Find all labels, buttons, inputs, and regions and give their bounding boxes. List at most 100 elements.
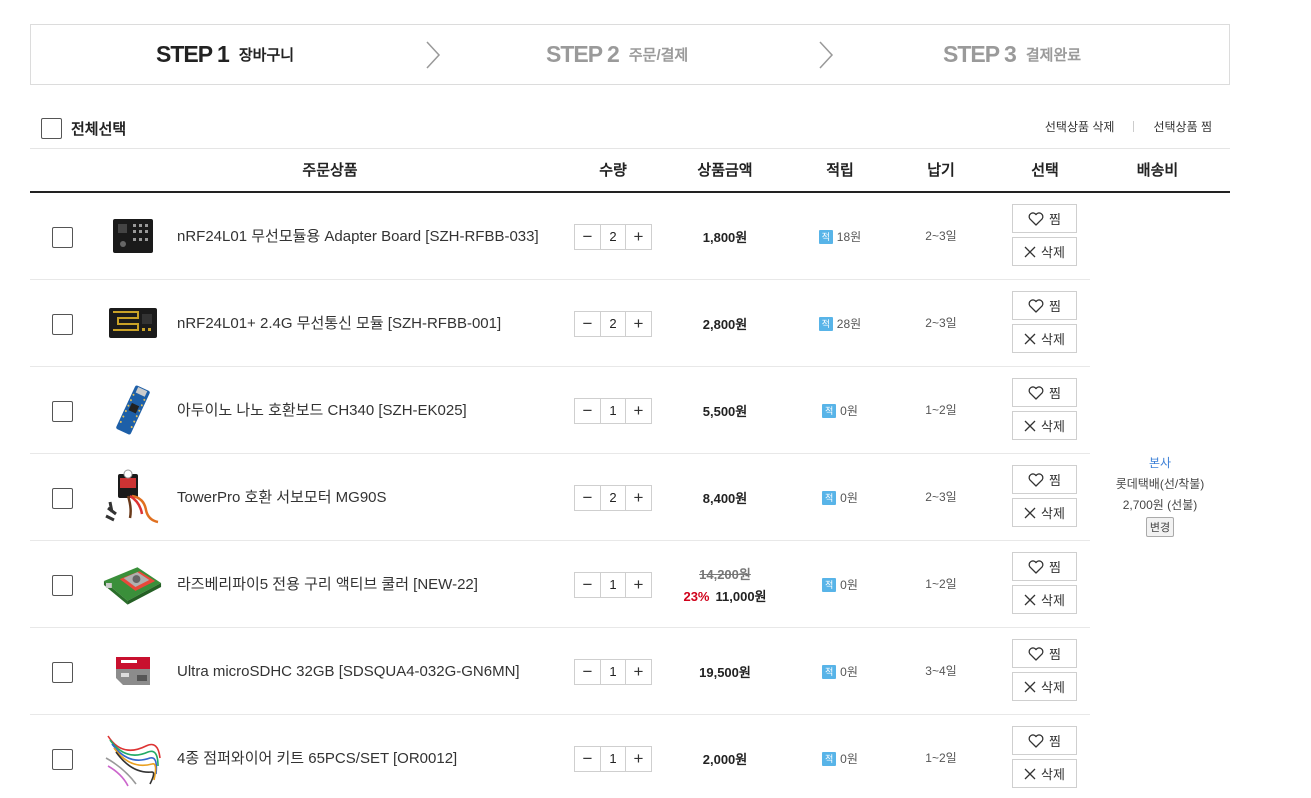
step-label: 주문/결제 [628,47,689,64]
change-shipping-button[interactable]: 변경 [1145,517,1175,537]
product-price: 14,200원 23% 11,000원 [670,541,780,628]
product-name[interactable]: 아두이노 나노 호환보드 CH340 [SZH-EK025] [177,367,467,454]
qty-increase-button[interactable]: + [626,486,651,510]
row-checkbox[interactable] [52,314,73,335]
product-thumbnail[interactable] [100,211,165,261]
points: 적 0원 [790,628,890,715]
points: 적 0원 [790,541,890,628]
heart-icon [1028,472,1044,487]
row-checkbox[interactable] [52,575,73,596]
qty-decrease-button[interactable]: − [575,312,600,336]
product-thumbnail[interactable] [100,733,165,787]
wish-button[interactable]: 찜 [1012,726,1077,755]
step-label: 결제완료 [1025,47,1082,64]
qty-decrease-button[interactable]: − [575,660,600,684]
wish-button[interactable]: 찜 [1012,639,1077,668]
qty-increase-button[interactable]: + [626,312,651,336]
points-icon: 적 [822,751,837,766]
column-lead: 납기 [927,162,955,179]
wish-button[interactable]: 찜 [1012,465,1077,494]
price-value: 8,400원 [702,491,748,506]
qty-increase-button[interactable]: + [626,660,651,684]
qty-decrease-button[interactable]: − [575,399,600,423]
product-price: 19,500원 [670,628,780,715]
row-checkbox[interactable] [52,401,73,422]
wish-selected-link[interactable]: 선택상품 찜 [1153,118,1212,135]
row-checkbox[interactable] [52,662,73,683]
qty-value[interactable]: 1 [600,660,626,684]
row-checkbox[interactable] [52,227,73,248]
points-value: 0원 [840,578,858,592]
heart-icon [1028,733,1044,748]
product-thumbnail[interactable] [100,559,165,609]
delete-button[interactable]: 삭제 [1012,759,1077,788]
delete-button[interactable]: 삭제 [1012,324,1077,353]
delete-button[interactable]: 삭제 [1012,585,1077,614]
product-name[interactable]: Ultra microSDHC 32GB [SDSQUA4-032G-GN6MN… [177,628,520,715]
wish-label: 찜 [1049,386,1061,401]
delete-button[interactable]: 삭제 [1012,498,1077,527]
product-thumbnail[interactable] [100,298,165,348]
wish-button[interactable]: 찜 [1012,291,1077,320]
delete-selected-link[interactable]: 선택상품 삭제 [1045,118,1115,135]
row-checkbox[interactable] [52,488,73,509]
qty-decrease-button[interactable]: − [575,225,600,249]
delete-button[interactable]: 삭제 [1012,237,1077,266]
qty-increase-button[interactable]: + [626,399,651,423]
shipping-info: 본사 롯데택배(선/착불) 2,700원 (선불) 변경 [1090,193,1230,798]
cart-table-header: 주문상품 수량 상품금액 적립 납기 선택 배송비 [30,148,1230,193]
price-value: 2,000원 [702,752,748,767]
column-shipping: 배송비 [1136,162,1179,179]
qty-decrease-button[interactable]: − [575,747,600,771]
select-all[interactable]: 전체선택 [41,118,126,139]
price-value: 1,800원 [702,230,748,245]
qty-value[interactable]: 2 [600,486,626,510]
product-name[interactable]: nRF24L01 무선모듈용 Adapter Board [SZH-RFBB-0… [177,193,539,280]
delete-button[interactable]: 삭제 [1012,672,1077,701]
product-thumbnail[interactable] [100,469,165,524]
points: 적 0원 [790,454,890,541]
qty-value[interactable]: 1 [600,747,626,771]
qty-value[interactable]: 1 [600,399,626,423]
wish-button[interactable]: 찜 [1012,552,1077,581]
step-2: STEP 2 주문/결제 [546,25,688,84]
heart-icon [1028,298,1044,313]
row-checkbox[interactable] [52,749,73,770]
qty-increase-button[interactable]: + [626,573,651,597]
chevron-right-icon [819,41,834,69]
quantity-stepper: − 1 + [574,659,652,685]
qty-increase-button[interactable]: + [626,747,651,771]
product-thumbnail[interactable] [100,385,165,435]
delete-button[interactable]: 삭제 [1012,411,1077,440]
step-1: STEP 1 장바구니 [156,25,294,84]
qty-value[interactable]: 2 [600,312,626,336]
product-name[interactable]: nRF24L01+ 2.4G 무선통신 모듈 [SZH-RFBB-001] [177,280,501,367]
shipping-carrier: 롯데택배(선/착불) [1115,477,1205,491]
product-thumbnail[interactable] [100,646,165,696]
qty-value[interactable]: 2 [600,225,626,249]
points: 적 0원 [790,367,890,454]
price-value: 19,500원 [699,665,751,680]
lead-time: 1~2일 [925,751,957,765]
quantity-stepper: − 2 + [574,485,652,511]
quantity-stepper: − 1 + [574,572,652,598]
qty-decrease-button[interactable]: − [575,486,600,510]
product-name[interactable]: TowerPro 호환 서보모터 MG90S [177,454,387,541]
lead-time: 1~2일 [925,403,957,417]
product-name[interactable]: 라즈베리파이5 전용 구리 액티브 쿨러 [NEW-22] [177,541,478,628]
select-all-checkbox[interactable] [41,118,62,139]
wish-label: 찜 [1049,560,1061,575]
wish-label: 찜 [1049,212,1061,227]
qty-decrease-button[interactable]: − [575,573,600,597]
wish-button[interactable]: 찜 [1012,204,1077,233]
delete-label: 삭제 [1041,680,1065,695]
delete-label: 삭제 [1041,593,1065,608]
step-number: STEP 3 [943,41,1017,67]
shipping-source[interactable]: 본사 [1149,454,1171,471]
points-value: 28원 [836,317,862,331]
points-value: 0원 [840,404,858,418]
wish-button[interactable]: 찜 [1012,378,1077,407]
qty-increase-button[interactable]: + [626,225,651,249]
qty-value[interactable]: 1 [600,573,626,597]
product-name[interactable]: 4종 점퍼와이어 키트 65PCS/SET [OR0012] [177,715,457,798]
